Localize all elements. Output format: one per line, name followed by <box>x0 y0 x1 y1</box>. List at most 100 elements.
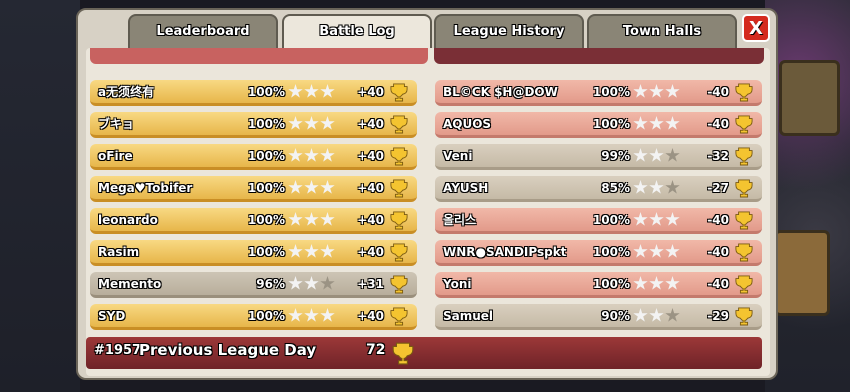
star-icon <box>649 276 664 290</box>
trophy-change: +40 <box>357 117 384 131</box>
star-icon <box>633 244 648 258</box>
tab-leaderboard[interactable]: Leaderboard <box>128 14 278 48</box>
star-rating <box>288 244 336 260</box>
attack-row[interactable]: Memento 96% +31 <box>90 272 417 298</box>
star-icon <box>649 244 664 258</box>
tab-town-halls[interactable]: Town Halls <box>587 14 737 48</box>
star-icon <box>304 308 319 322</box>
tab-battle-log[interactable]: Battle Log <box>282 14 432 48</box>
star-icon <box>320 180 335 194</box>
trophy-icon <box>390 306 408 326</box>
star-rating <box>288 84 336 100</box>
star-icon <box>304 276 319 290</box>
attack-row[interactable]: a无须终有 100% +40 <box>90 80 417 106</box>
destruction-percent: 100% <box>247 245 285 259</box>
league-day-summary: #1957 Previous League Day 72 <box>86 337 762 369</box>
star-icon <box>665 84 680 98</box>
player-name: Mega♥Tobifer <box>98 181 193 195</box>
trophy-change: +40 <box>357 213 384 227</box>
star-rating <box>633 212 681 228</box>
league-day-title: Previous League Day <box>139 341 317 359</box>
star-icon <box>320 84 335 98</box>
star-rating <box>633 276 681 292</box>
trophy-icon <box>392 342 414 365</box>
star-icon <box>288 308 303 322</box>
star-rating <box>633 84 681 100</box>
destruction-percent: 96% <box>256 277 285 291</box>
star-icon <box>649 308 664 322</box>
trophy-icon <box>735 306 753 326</box>
star-icon <box>304 148 319 162</box>
defense-row[interactable]: Samuel 90% -29 <box>435 304 762 330</box>
attack-row[interactable]: SYD 100% +40 <box>90 304 417 330</box>
tab-league-history[interactable]: League History <box>434 14 584 48</box>
star-rating <box>288 308 336 324</box>
star-icon <box>288 84 303 98</box>
trophy-change: +40 <box>357 309 384 323</box>
star-icon <box>665 180 680 194</box>
star-icon <box>633 276 648 290</box>
player-name: a无须终有 <box>98 85 155 99</box>
player-name: oFire <box>98 149 133 163</box>
defense-row[interactable]: WNR●SANDIPspkt 100% -40 <box>435 240 762 266</box>
star-icon <box>320 308 335 322</box>
star-icon <box>649 116 664 130</box>
player-name: Samuel <box>443 309 494 323</box>
trophy-change: -27 <box>707 181 729 195</box>
trophy-icon <box>735 178 753 198</box>
trophy-icon <box>390 242 408 262</box>
trophy-icon <box>735 210 753 230</box>
attack-row[interactable]: ブキョ 100% +40 <box>90 112 417 138</box>
close-button[interactable]: X <box>742 14 770 42</box>
defense-row[interactable]: BL©CK $H@DOW 100% -40 <box>435 80 762 106</box>
destruction-percent: 90% <box>601 309 630 323</box>
star-icon <box>633 116 648 130</box>
star-rating <box>633 308 681 324</box>
destruction-percent: 100% <box>247 213 285 227</box>
star-rating <box>633 148 681 164</box>
star-icon <box>665 244 680 258</box>
trophy-change: -40 <box>707 245 729 259</box>
trophy-icon <box>390 274 408 294</box>
star-rating <box>288 276 336 292</box>
defense-row[interactable]: AQUOS 100% -40 <box>435 112 762 138</box>
star-icon <box>649 180 664 194</box>
defense-row[interactable]: Veni 99% -32 <box>435 144 762 170</box>
star-icon <box>304 244 319 258</box>
attack-row[interactable]: leonardo 100% +40 <box>90 208 417 234</box>
attack-row[interactable]: Rasim 100% +40 <box>90 240 417 266</box>
star-rating <box>288 116 336 132</box>
star-icon <box>665 308 680 322</box>
destruction-percent: 100% <box>247 309 285 323</box>
star-icon <box>633 212 648 226</box>
attack-row[interactable]: Mega♥Tobifer 100% +40 <box>90 176 417 202</box>
star-icon <box>288 244 303 258</box>
destruction-percent: 100% <box>592 277 630 291</box>
player-name: Memento <box>98 277 162 291</box>
league-day-number: #1957 <box>94 343 142 358</box>
trophy-icon <box>390 178 408 198</box>
village-building <box>774 230 830 316</box>
star-icon <box>649 84 664 98</box>
star-icon <box>665 148 680 162</box>
star-icon <box>320 116 335 130</box>
star-icon <box>304 116 319 130</box>
defense-row[interactable]: Yoni 100% -40 <box>435 272 762 298</box>
trophy-change: +40 <box>357 245 384 259</box>
trophy-icon <box>735 114 753 134</box>
defense-row[interactable]: AYUSH 85% -27 <box>435 176 762 202</box>
star-rating <box>633 244 681 260</box>
player-name: AQUOS <box>443 117 492 131</box>
player-name: Yoni <box>443 277 472 291</box>
previous-row-partial <box>90 48 428 64</box>
trophy-icon <box>735 242 753 262</box>
defense-row[interactable]: 올리스 100% -40 <box>435 208 762 234</box>
destruction-percent: 100% <box>247 117 285 131</box>
star-icon <box>320 148 335 162</box>
star-icon <box>633 148 648 162</box>
player-name: Rasim <box>98 245 140 259</box>
attack-row[interactable]: oFire 100% +40 <box>90 144 417 170</box>
player-name: WNR●SANDIPspkt <box>443 245 567 259</box>
destruction-percent: 100% <box>247 149 285 163</box>
trophy-icon <box>390 82 408 102</box>
